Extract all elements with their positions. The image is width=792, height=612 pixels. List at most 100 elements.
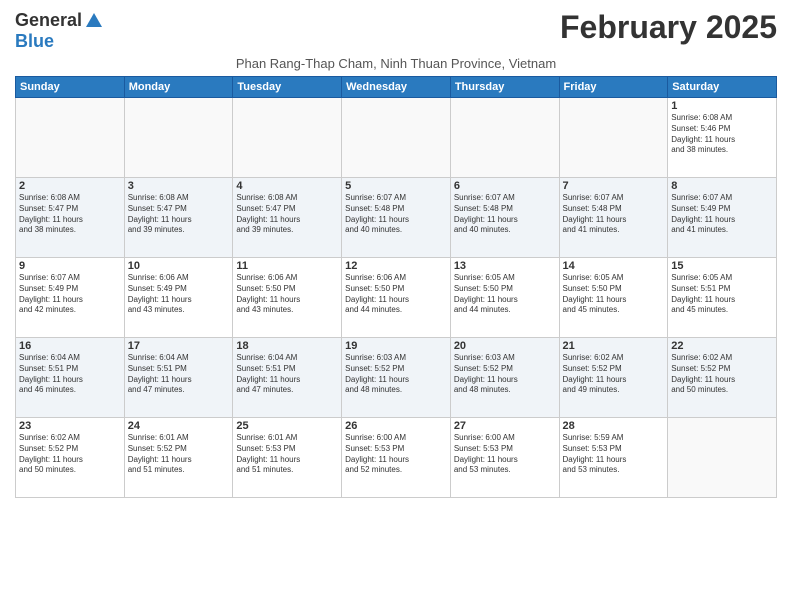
weekday-header-saturday: Saturday (668, 77, 777, 98)
month-year-title: February 2025 (560, 10, 777, 45)
day-number: 10 (128, 260, 230, 272)
weekday-header-monday: Monday (124, 77, 233, 98)
day-info: Sunrise: 6:01 AM Sunset: 5:52 PM Dayligh… (128, 433, 230, 476)
calendar-week-row: 16Sunrise: 6:04 AM Sunset: 5:51 PM Dayli… (16, 338, 777, 418)
logo-icon (84, 11, 104, 31)
calendar-cell: 4Sunrise: 6:08 AM Sunset: 5:47 PM Daylig… (233, 178, 342, 258)
calendar-cell: 11Sunrise: 6:06 AM Sunset: 5:50 PM Dayli… (233, 258, 342, 338)
calendar-cell: 13Sunrise: 6:05 AM Sunset: 5:50 PM Dayli… (450, 258, 559, 338)
calendar-cell: 12Sunrise: 6:06 AM Sunset: 5:50 PM Dayli… (342, 258, 451, 338)
day-number: 18 (236, 340, 338, 352)
calendar-cell: 28Sunrise: 5:59 AM Sunset: 5:53 PM Dayli… (559, 418, 668, 498)
day-number: 24 (128, 420, 230, 432)
day-number: 12 (345, 260, 447, 272)
calendar-cell (16, 98, 125, 178)
day-number: 7 (563, 180, 665, 192)
calendar-cell: 22Sunrise: 6:02 AM Sunset: 5:52 PM Dayli… (668, 338, 777, 418)
day-number: 21 (563, 340, 665, 352)
day-number: 11 (236, 260, 338, 272)
day-number: 25 (236, 420, 338, 432)
day-number: 23 (19, 420, 121, 432)
day-info: Sunrise: 6:05 AM Sunset: 5:51 PM Dayligh… (671, 273, 773, 316)
calendar-table: SundayMondayTuesdayWednesdayThursdayFrid… (15, 76, 777, 498)
day-number: 1 (671, 100, 773, 112)
day-info: Sunrise: 6:02 AM Sunset: 5:52 PM Dayligh… (19, 433, 121, 476)
calendar-cell: 15Sunrise: 6:05 AM Sunset: 5:51 PM Dayli… (668, 258, 777, 338)
calendar-cell (233, 98, 342, 178)
day-info: Sunrise: 6:04 AM Sunset: 5:51 PM Dayligh… (236, 353, 338, 396)
weekday-header-sunday: Sunday (16, 77, 125, 98)
day-info: Sunrise: 6:07 AM Sunset: 5:49 PM Dayligh… (671, 193, 773, 236)
day-info: Sunrise: 5:59 AM Sunset: 5:53 PM Dayligh… (563, 433, 665, 476)
calendar-cell: 26Sunrise: 6:00 AM Sunset: 5:53 PM Dayli… (342, 418, 451, 498)
day-info: Sunrise: 6:02 AM Sunset: 5:52 PM Dayligh… (671, 353, 773, 396)
day-number: 20 (454, 340, 556, 352)
calendar-cell: 8Sunrise: 6:07 AM Sunset: 5:49 PM Daylig… (668, 178, 777, 258)
day-number: 16 (19, 340, 121, 352)
day-number: 14 (563, 260, 665, 272)
day-number: 5 (345, 180, 447, 192)
weekday-header-thursday: Thursday (450, 77, 559, 98)
calendar-cell: 1Sunrise: 6:08 AM Sunset: 5:46 PM Daylig… (668, 98, 777, 178)
logo-blue-text: Blue (15, 31, 54, 52)
day-number: 22 (671, 340, 773, 352)
calendar-week-row: 23Sunrise: 6:02 AM Sunset: 5:52 PM Dayli… (16, 418, 777, 498)
day-number: 17 (128, 340, 230, 352)
calendar-cell: 20Sunrise: 6:03 AM Sunset: 5:52 PM Dayli… (450, 338, 559, 418)
calendar-cell (124, 98, 233, 178)
day-info: Sunrise: 6:06 AM Sunset: 5:50 PM Dayligh… (345, 273, 447, 316)
location-text: Phan Rang-Thap Cham, Ninh Thuan Province… (15, 56, 777, 71)
calendar-cell: 16Sunrise: 6:04 AM Sunset: 5:51 PM Dayli… (16, 338, 125, 418)
calendar-cell: 24Sunrise: 6:01 AM Sunset: 5:52 PM Dayli… (124, 418, 233, 498)
calendar-week-row: 1Sunrise: 6:08 AM Sunset: 5:46 PM Daylig… (16, 98, 777, 178)
day-info: Sunrise: 6:08 AM Sunset: 5:46 PM Dayligh… (671, 113, 773, 156)
day-number: 6 (454, 180, 556, 192)
calendar-cell: 17Sunrise: 6:04 AM Sunset: 5:51 PM Dayli… (124, 338, 233, 418)
day-info: Sunrise: 6:05 AM Sunset: 5:50 PM Dayligh… (454, 273, 556, 316)
day-number: 19 (345, 340, 447, 352)
day-number: 2 (19, 180, 121, 192)
day-info: Sunrise: 6:06 AM Sunset: 5:49 PM Dayligh… (128, 273, 230, 316)
calendar-cell (668, 418, 777, 498)
day-info: Sunrise: 6:07 AM Sunset: 5:48 PM Dayligh… (345, 193, 447, 236)
day-number: 27 (454, 420, 556, 432)
calendar-cell: 23Sunrise: 6:02 AM Sunset: 5:52 PM Dayli… (16, 418, 125, 498)
calendar-cell: 7Sunrise: 6:07 AM Sunset: 5:48 PM Daylig… (559, 178, 668, 258)
calendar-cell: 27Sunrise: 6:00 AM Sunset: 5:53 PM Dayli… (450, 418, 559, 498)
day-info: Sunrise: 6:01 AM Sunset: 5:53 PM Dayligh… (236, 433, 338, 476)
day-info: Sunrise: 6:04 AM Sunset: 5:51 PM Dayligh… (19, 353, 121, 396)
calendar-cell: 18Sunrise: 6:04 AM Sunset: 5:51 PM Dayli… (233, 338, 342, 418)
day-info: Sunrise: 6:06 AM Sunset: 5:50 PM Dayligh… (236, 273, 338, 316)
calendar-cell: 6Sunrise: 6:07 AM Sunset: 5:48 PM Daylig… (450, 178, 559, 258)
calendar-cell: 5Sunrise: 6:07 AM Sunset: 5:48 PM Daylig… (342, 178, 451, 258)
calendar-cell: 2Sunrise: 6:08 AM Sunset: 5:47 PM Daylig… (16, 178, 125, 258)
day-number: 9 (19, 260, 121, 272)
weekday-header-wednesday: Wednesday (342, 77, 451, 98)
day-number: 3 (128, 180, 230, 192)
day-info: Sunrise: 6:00 AM Sunset: 5:53 PM Dayligh… (454, 433, 556, 476)
day-info: Sunrise: 6:03 AM Sunset: 5:52 PM Dayligh… (454, 353, 556, 396)
day-number: 26 (345, 420, 447, 432)
calendar-cell: 14Sunrise: 6:05 AM Sunset: 5:50 PM Dayli… (559, 258, 668, 338)
day-info: Sunrise: 6:07 AM Sunset: 5:48 PM Dayligh… (454, 193, 556, 236)
calendar-week-row: 2Sunrise: 6:08 AM Sunset: 5:47 PM Daylig… (16, 178, 777, 258)
day-info: Sunrise: 6:08 AM Sunset: 5:47 PM Dayligh… (236, 193, 338, 236)
day-info: Sunrise: 6:04 AM Sunset: 5:51 PM Dayligh… (128, 353, 230, 396)
calendar-cell: 10Sunrise: 6:06 AM Sunset: 5:49 PM Dayli… (124, 258, 233, 338)
day-number: 4 (236, 180, 338, 192)
day-info: Sunrise: 6:08 AM Sunset: 5:47 PM Dayligh… (128, 193, 230, 236)
calendar-cell: 3Sunrise: 6:08 AM Sunset: 5:47 PM Daylig… (124, 178, 233, 258)
day-number: 13 (454, 260, 556, 272)
day-info: Sunrise: 6:08 AM Sunset: 5:47 PM Dayligh… (19, 193, 121, 236)
weekday-header-tuesday: Tuesday (233, 77, 342, 98)
day-info: Sunrise: 6:07 AM Sunset: 5:48 PM Dayligh… (563, 193, 665, 236)
calendar-cell: 21Sunrise: 6:02 AM Sunset: 5:52 PM Dayli… (559, 338, 668, 418)
calendar-cell: 9Sunrise: 6:07 AM Sunset: 5:49 PM Daylig… (16, 258, 125, 338)
logo-general-text: General (15, 10, 82, 31)
logo: General Blue (15, 10, 104, 52)
calendar-week-row: 9Sunrise: 6:07 AM Sunset: 5:49 PM Daylig… (16, 258, 777, 338)
calendar-cell (342, 98, 451, 178)
calendar-cell: 25Sunrise: 6:01 AM Sunset: 5:53 PM Dayli… (233, 418, 342, 498)
day-number: 15 (671, 260, 773, 272)
day-number: 8 (671, 180, 773, 192)
